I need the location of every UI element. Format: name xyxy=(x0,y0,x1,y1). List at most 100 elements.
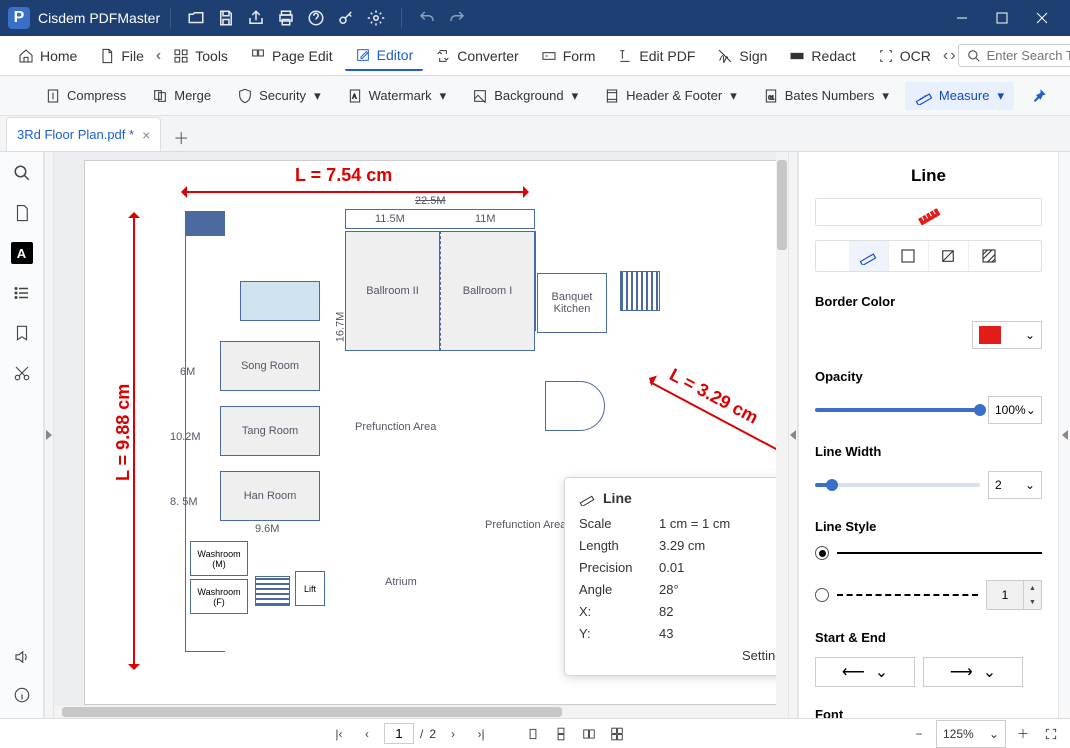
sub-watermark[interactable]: AWatermark▾ xyxy=(337,83,457,109)
end-cap-select[interactable]: ⟶⌄ xyxy=(923,657,1023,687)
label-font: Font xyxy=(815,707,1042,718)
popup-settings-link[interactable]: Settings xyxy=(579,648,788,663)
border-color-picker[interactable]: ⌄ xyxy=(972,321,1042,349)
zoom-select[interactable]: 125%⌄ xyxy=(936,720,1006,748)
measure-left-arrow xyxy=(133,216,135,666)
dim-11m: 11M xyxy=(475,213,496,225)
nav-home[interactable]: Home xyxy=(8,42,87,70)
linestyle-solid-radio[interactable] xyxy=(815,546,829,560)
nav-redact[interactable]: Redact xyxy=(779,42,865,70)
nav-tools[interactable]: Tools xyxy=(163,42,238,70)
nav-form[interactable]: Form xyxy=(531,42,606,70)
nav-ocr[interactable]: OCR xyxy=(868,42,941,70)
prev-page-button[interactable]: ‹ xyxy=(356,723,378,745)
linewidth-slider[interactable] xyxy=(815,483,980,487)
view-continuous-icon[interactable] xyxy=(550,723,572,745)
rail-page-icon[interactable] xyxy=(11,202,33,224)
zoom-out-button[interactable]: − xyxy=(908,723,930,745)
tab-document[interactable]: 3Rd Floor Plan.pdf * × xyxy=(6,117,161,151)
maximize-button[interactable] xyxy=(982,4,1022,32)
linewidth-value[interactable]: 2⌄ xyxy=(988,471,1042,499)
room-blue xyxy=(240,281,320,321)
sub-security[interactable]: Security▾ xyxy=(227,83,331,109)
rail-bookmark-icon[interactable] xyxy=(11,322,33,344)
print-icon[interactable] xyxy=(277,9,295,27)
label-start-end: Start & End xyxy=(815,630,1042,645)
sub-bates[interactable]: 01Bates Numbers▾ xyxy=(753,83,899,109)
nav-converter[interactable]: Converter xyxy=(425,42,528,70)
redo-icon[interactable] xyxy=(448,9,466,27)
opacity-slider[interactable] xyxy=(815,408,980,412)
rail-list-icon[interactable] xyxy=(11,282,33,304)
start-cap-select[interactable]: ⟵⌄ xyxy=(815,657,915,687)
svg-text:01: 01 xyxy=(768,95,774,101)
search-box[interactable] xyxy=(958,44,1070,67)
toolbar-prev[interactable]: ‹ xyxy=(156,45,161,67)
sub-compress[interactable]: Compress xyxy=(35,83,136,109)
page-number-input[interactable] xyxy=(384,723,414,744)
first-page-button[interactable]: |‹ xyxy=(328,723,350,745)
document-canvas[interactable]: L = 7.54 cm L = 9.88 cm L = 3.29 cm 22.5… xyxy=(54,152,788,718)
tool-area-hatch[interactable] xyxy=(969,241,1009,271)
room-lift: Lift xyxy=(295,571,325,606)
view-facing-icon[interactable] xyxy=(578,723,600,745)
key-icon[interactable] xyxy=(337,9,355,27)
view-facing-cont-icon[interactable] xyxy=(606,723,628,745)
right-splitter[interactable] xyxy=(788,152,798,718)
tab-close-icon[interactable]: × xyxy=(142,127,150,143)
next-page-button[interactable]: › xyxy=(442,723,464,745)
rail-text-icon[interactable]: A xyxy=(11,242,33,264)
sub-merge[interactable]: Merge xyxy=(142,83,221,109)
rail-sound-icon[interactable] xyxy=(11,646,33,668)
horizontal-scrollbar[interactable] xyxy=(54,706,776,718)
toolbar-scroll-left[interactable]: ‹ xyxy=(943,45,948,67)
rail-info-icon[interactable] xyxy=(11,684,33,706)
label-atrium: Atrium xyxy=(385,576,417,588)
nav-file[interactable]: File xyxy=(89,42,154,70)
tool-distance[interactable] xyxy=(849,241,889,271)
pin-button[interactable] xyxy=(1020,81,1058,111)
nav-edit-pdf[interactable]: Edit PDF xyxy=(607,42,705,70)
zoom-in-button[interactable]: ＋ xyxy=(1012,723,1034,745)
vertical-scrollbar[interactable] xyxy=(776,152,788,718)
label-prefunc1: Prefunction Area xyxy=(355,421,436,433)
sub-background[interactable]: Background▾ xyxy=(462,83,588,109)
nav-sign[interactable]: Sign xyxy=(707,42,777,70)
fullscreen-button[interactable] xyxy=(1040,723,1062,745)
minimize-button[interactable] xyxy=(942,4,982,32)
view-single-icon[interactable] xyxy=(522,723,544,745)
nav-editor[interactable]: Editor xyxy=(345,41,424,71)
search-input[interactable] xyxy=(987,48,1070,63)
undo-icon[interactable] xyxy=(418,9,436,27)
rail-cut-icon[interactable] xyxy=(11,362,33,384)
help-icon[interactable] xyxy=(307,9,325,27)
sub-header-footer[interactable]: Header & Footer▾ xyxy=(594,83,747,109)
dim-85m: 8. 5M xyxy=(170,496,198,508)
left-splitter[interactable] xyxy=(44,152,54,718)
save-icon[interactable] xyxy=(217,9,235,27)
opacity-value[interactable]: 100%⌄ xyxy=(988,396,1042,424)
share-icon[interactable] xyxy=(247,9,265,27)
open-icon[interactable] xyxy=(187,9,205,27)
tool-area[interactable] xyxy=(929,241,969,271)
dim-11-5m: 11.5M xyxy=(375,213,405,225)
label-opacity: Opacity xyxy=(815,369,1042,384)
close-button[interactable] xyxy=(1022,4,1062,32)
title-bar: P Cisdem PDFMaster xyxy=(0,0,1070,36)
right-collapse[interactable] xyxy=(1058,152,1070,718)
label-line-width: Line Width xyxy=(815,444,1042,459)
app-name: Cisdem PDFMaster xyxy=(38,10,160,26)
dim-22m: 22.5M xyxy=(415,195,446,207)
last-page-button[interactable]: ›| xyxy=(470,723,492,745)
settings-icon[interactable] xyxy=(367,9,385,27)
nav-page-edit[interactable]: Page Edit xyxy=(240,42,343,70)
rail-search-icon[interactable] xyxy=(11,162,33,184)
linestyle-dash-spin[interactable]: 1▲▼ xyxy=(986,580,1042,610)
toolbar-scroll-right[interactable]: › xyxy=(950,45,955,67)
status-bar: |‹ ‹ /2 › ›| − 125%⌄ ＋ xyxy=(0,718,1070,748)
sub-measure[interactable]: Measure▾ xyxy=(905,82,1014,110)
tab-add-button[interactable]: ＋ xyxy=(167,123,195,151)
linestyle-dash-radio[interactable] xyxy=(815,588,829,602)
linestyle-dash-sample xyxy=(837,594,978,596)
tool-perimeter[interactable] xyxy=(889,241,929,271)
